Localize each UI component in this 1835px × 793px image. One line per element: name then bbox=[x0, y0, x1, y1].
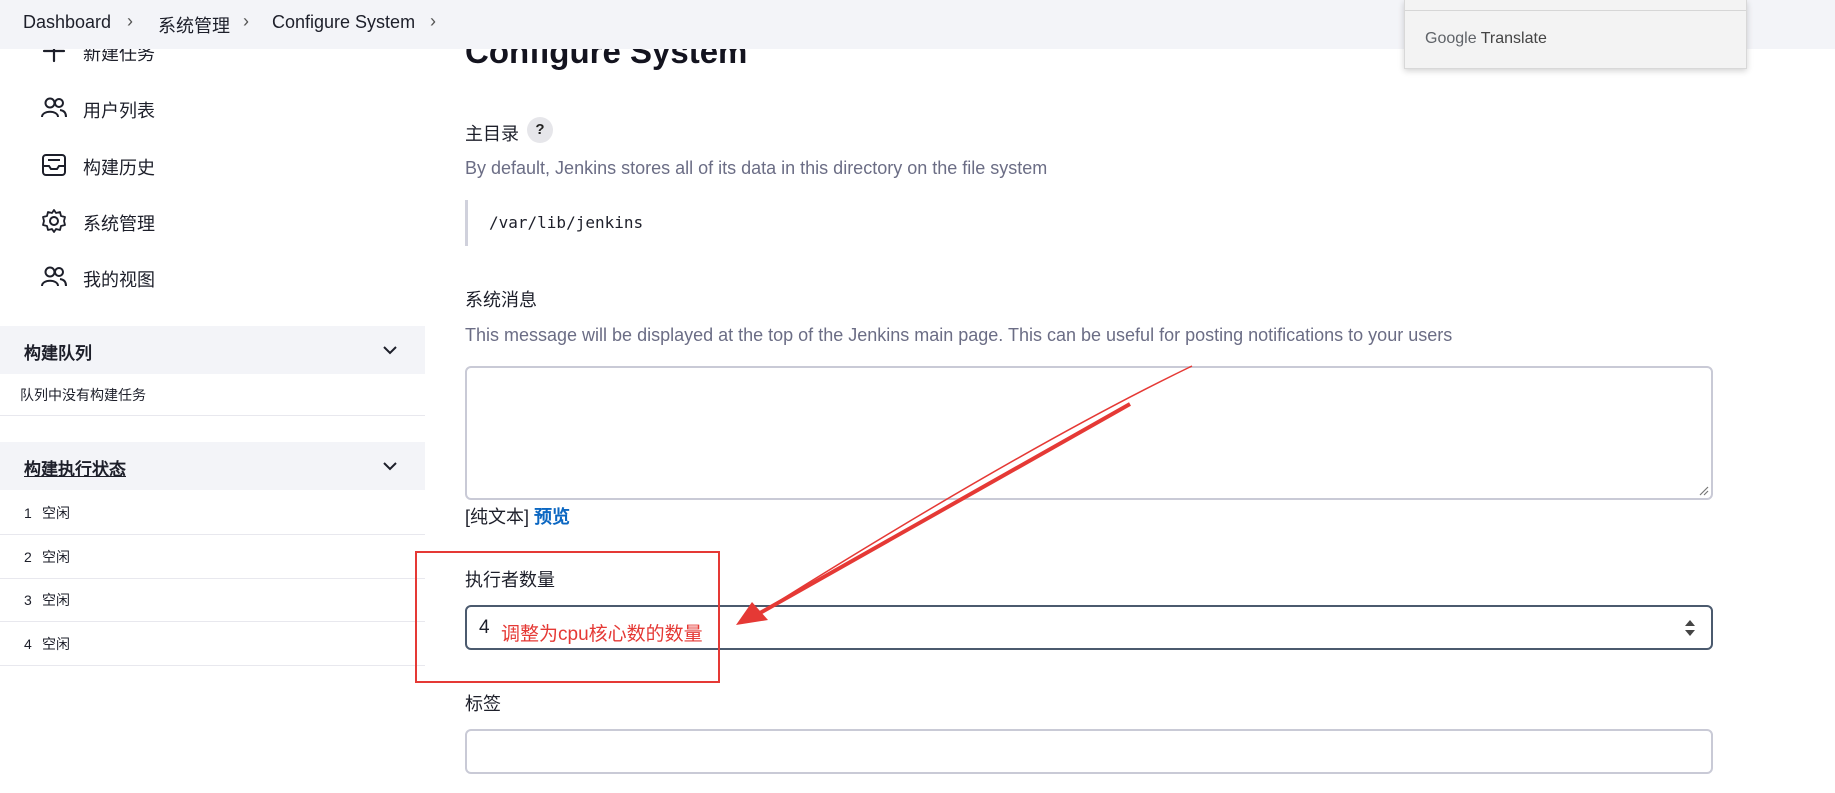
gear-icon bbox=[42, 209, 66, 233]
divider bbox=[0, 621, 425, 622]
home-dir-label: 主目录 bbox=[465, 124, 519, 144]
divider bbox=[0, 415, 425, 416]
executor-row: 3 空闲 bbox=[24, 590, 70, 610]
executor-number: 3 bbox=[24, 592, 32, 608]
sidebar-item-label: 系统管理 bbox=[83, 214, 155, 234]
divider bbox=[0, 665, 425, 666]
home-dir-path: /var/lib/jenkins bbox=[489, 213, 644, 232]
chevron-down-icon[interactable] bbox=[380, 340, 400, 360]
translate-text: Translate bbox=[1480, 30, 1547, 47]
executor-number: 2 bbox=[24, 549, 32, 565]
chevron-right-icon: › bbox=[430, 11, 436, 31]
executor-status-title[interactable]: 构建执行状态 bbox=[24, 455, 126, 480]
annotation-highlight-box bbox=[415, 551, 720, 683]
spinner-icon[interactable] bbox=[1683, 617, 1697, 639]
breadcrumb-manage[interactable]: 系统管理 bbox=[158, 12, 230, 38]
google-translate-popup[interactable]: Google Translate bbox=[1404, 0, 1747, 69]
sidebar-item-label: 用户列表 bbox=[83, 101, 155, 121]
home-dir-value: /var/lib/jenkins bbox=[465, 200, 965, 246]
resize-handle-icon[interactable] bbox=[1697, 484, 1709, 496]
breadcrumb-dashboard[interactable]: Dashboard bbox=[23, 12, 111, 33]
google-translate-label: Google Translate bbox=[1425, 30, 1547, 48]
divider bbox=[0, 534, 425, 535]
executor-number: 1 bbox=[24, 505, 32, 521]
chevron-right-icon: › bbox=[127, 11, 133, 31]
annotation-text: 调整为cpu核心数的数量 bbox=[501, 624, 703, 645]
markup-format-line: [纯文本] 预览 bbox=[465, 503, 570, 529]
help-button[interactable]: ? bbox=[527, 117, 553, 143]
build-queue-header[interactable]: 构建队列 bbox=[0, 326, 425, 374]
labels-input[interactable] bbox=[465, 729, 1713, 774]
preview-link[interactable]: 预览 bbox=[534, 507, 570, 527]
executor-number: 4 bbox=[24, 636, 32, 652]
executor-row: 1 空闲 bbox=[24, 503, 70, 523]
home-dir-description: By default, Jenkins stores all of its da… bbox=[465, 158, 1048, 178]
users-icon bbox=[41, 97, 67, 118]
chevron-down-icon[interactable] bbox=[380, 456, 400, 476]
divider bbox=[0, 578, 425, 579]
system-message-textarea[interactable] bbox=[465, 366, 1713, 500]
users-icon bbox=[41, 266, 67, 287]
chevron-right-icon: › bbox=[243, 11, 249, 31]
build-queue-title: 构建队列 bbox=[24, 344, 92, 363]
executor-row: 4 空闲 bbox=[24, 634, 70, 654]
inbox-icon bbox=[42, 154, 66, 176]
executor-row: 2 空闲 bbox=[24, 547, 70, 567]
labels-label: 标签 bbox=[465, 694, 501, 714]
sidebar-item-label: 我的视图 bbox=[83, 270, 155, 290]
executor-status: 空闲 bbox=[42, 636, 70, 652]
google-logo-text: Google bbox=[1425, 30, 1477, 47]
breadcrumb-configure[interactable]: Configure System bbox=[272, 12, 415, 33]
build-queue-empty-text: 队列中没有构建任务 bbox=[20, 387, 146, 403]
executor-status-header[interactable]: 构建执行状态 bbox=[0, 442, 425, 490]
divider bbox=[1405, 10, 1746, 11]
executor-status: 空闲 bbox=[42, 549, 70, 565]
system-message-description: This message will be displayed at the to… bbox=[465, 325, 1453, 345]
executor-status: 空闲 bbox=[42, 592, 70, 608]
sidebar-item-label: 构建历史 bbox=[83, 158, 155, 178]
markup-format-text: [纯文本] bbox=[465, 507, 530, 527]
executor-status: 空闲 bbox=[42, 505, 70, 521]
system-message-label: 系统消息 bbox=[465, 290, 537, 310]
